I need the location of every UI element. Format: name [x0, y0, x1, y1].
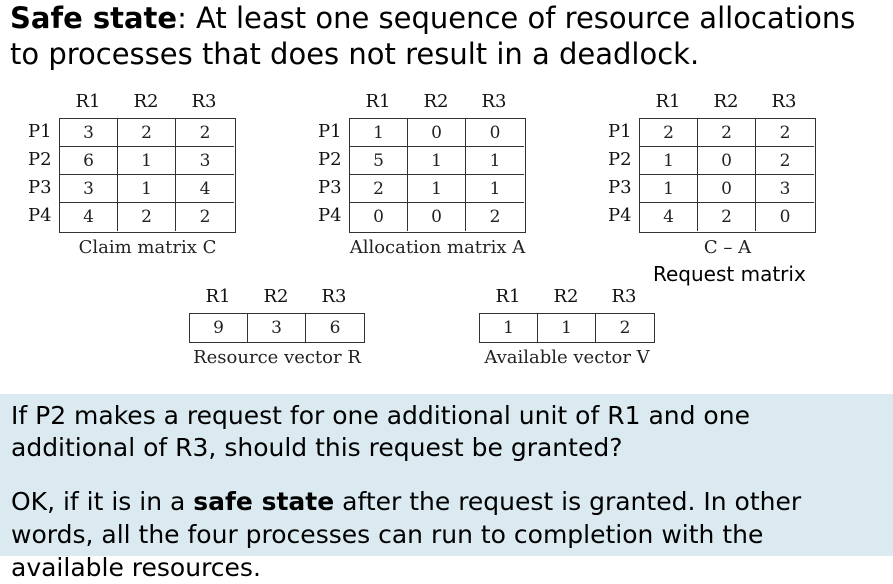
matrix-cell: 5	[350, 147, 408, 175]
vector-caption: Resource vector R	[193, 347, 361, 368]
ca-matrix: R1 R2 R3 P1 P2 P3 P4 2 2 2 1 0 2 1 0 3 4…	[608, 90, 848, 270]
matrix-cell: 0	[408, 203, 466, 231]
matrix-cell: 1	[408, 175, 466, 203]
matrix-cell: 1	[640, 147, 698, 175]
matrix-grid: 1 0 0 5 1 1 2 1 1 0 0 2	[349, 118, 526, 233]
matrix-grid: 3 2 2 6 1 3 3 1 4 4 2 2	[59, 118, 236, 233]
row-header: P1	[608, 121, 632, 142]
matrix-cell: 2	[350, 175, 408, 203]
col-header: R1	[495, 286, 521, 307]
request-matrix-label: Request matrix	[653, 262, 806, 286]
answer-text: OK, if it is in a safe state after the r…	[11, 485, 881, 584]
col-header: R3	[321, 286, 347, 307]
vector-cell: 3	[248, 314, 306, 342]
matrix-cell: 2	[176, 119, 234, 147]
matrix-cell: 0	[408, 119, 466, 147]
col-header: R3	[771, 91, 797, 112]
matrix-caption: C – A	[703, 237, 752, 258]
matrix-cell: 1	[350, 119, 408, 147]
col-header: R1	[365, 91, 391, 112]
matrix-cell: 3	[60, 175, 118, 203]
matrix-cell: 1	[466, 175, 524, 203]
col-header: R2	[553, 286, 579, 307]
col-header: R3	[191, 91, 217, 112]
matrix-cell: 3	[176, 147, 234, 175]
matrix-cell: 2	[199, 207, 211, 227]
col-header: R2	[133, 91, 159, 112]
resource-vector: R1 R2 R3 9 3 6 Resource vector R	[189, 285, 389, 380]
matrix-caption: Claim matrix C	[78, 237, 217, 258]
allocation-matrix: R1 R2 R3 P1 P2 P3 P4 1 0 0 5 1 1 2 1 1 0…	[318, 90, 558, 270]
row-header: P1	[28, 121, 52, 142]
matrix-cell: 4	[60, 203, 118, 231]
matrix-cell: 2	[698, 203, 756, 231]
available-vector: R1 R2 R3 1 1 2 Available vector V	[479, 285, 679, 380]
vector-caption: Available vector V	[484, 347, 650, 368]
title-bold: Safe state	[10, 1, 178, 35]
matrix-cell: 1	[118, 147, 176, 175]
matrix-cell: 3	[60, 119, 118, 147]
matrix-cell: 1	[408, 147, 466, 175]
matrix-cell: 1	[466, 147, 524, 175]
matrix-caption: Allocation matrix A	[349, 237, 526, 258]
col-header: R2	[263, 286, 289, 307]
matrix-cell: 2	[118, 203, 176, 231]
matrix-cell: 4	[640, 203, 698, 231]
vector-cell: 2	[619, 318, 631, 338]
matrix-cell: 2	[640, 119, 698, 147]
col-header: R2	[423, 91, 449, 112]
claim-matrix: R1 R2 R3 P1 P2 P3 P4 3 2 2 6 1 3 3 1 4 4…	[28, 90, 268, 270]
row-header: P3	[608, 177, 632, 198]
matrix-cell: 2	[489, 207, 501, 227]
row-header: P3	[28, 177, 52, 198]
row-header: P4	[318, 205, 342, 226]
matrix-cell: 2	[698, 119, 756, 147]
row-header: P2	[28, 149, 52, 170]
col-header: R1	[205, 286, 231, 307]
vector-grid: 9 3 6	[189, 313, 365, 343]
row-header: P2	[608, 149, 632, 170]
vector-cell: 6	[329, 318, 341, 338]
matrix-cell: 2	[118, 119, 176, 147]
col-header: R1	[655, 91, 681, 112]
vector-cell: 9	[190, 314, 248, 342]
matrix-cell: 2	[756, 147, 814, 175]
matrix-cell: 0	[350, 203, 408, 231]
col-header: R1	[75, 91, 101, 112]
row-header: P3	[318, 177, 342, 198]
row-header: P2	[318, 149, 342, 170]
vector-cell: 1	[538, 314, 596, 342]
row-header: P4	[28, 205, 52, 226]
matrix-cell: 6	[60, 147, 118, 175]
matrix-cell: 0	[466, 119, 524, 147]
matrix-cell: 4	[176, 175, 234, 203]
matrix-cell: 0	[779, 207, 791, 227]
matrix-cell: 1	[640, 175, 698, 203]
row-header: P1	[318, 121, 342, 142]
matrix-cell: 2	[756, 119, 814, 147]
slide-title: Safe state: At least one sequence of res…	[10, 0, 890, 72]
col-header: R3	[481, 91, 507, 112]
matrix-cell: 0	[698, 147, 756, 175]
col-header: R3	[611, 286, 637, 307]
matrix-cell: 1	[118, 175, 176, 203]
row-header: P4	[608, 205, 632, 226]
answer-bold: safe state	[193, 487, 335, 516]
col-header: R2	[713, 91, 739, 112]
vector-cell: 1	[480, 314, 538, 342]
answer-prefix: OK, if it is in a	[11, 487, 194, 516]
matrix-cell: 0	[698, 175, 756, 203]
matrix-grid: 2 2 2 1 0 2 1 0 3 4 2 0	[639, 118, 816, 233]
vector-grid: 1 1 2	[479, 313, 655, 343]
question-text: If P2 makes a request for one additional…	[11, 401, 750, 462]
matrix-cell: 3	[756, 175, 814, 203]
